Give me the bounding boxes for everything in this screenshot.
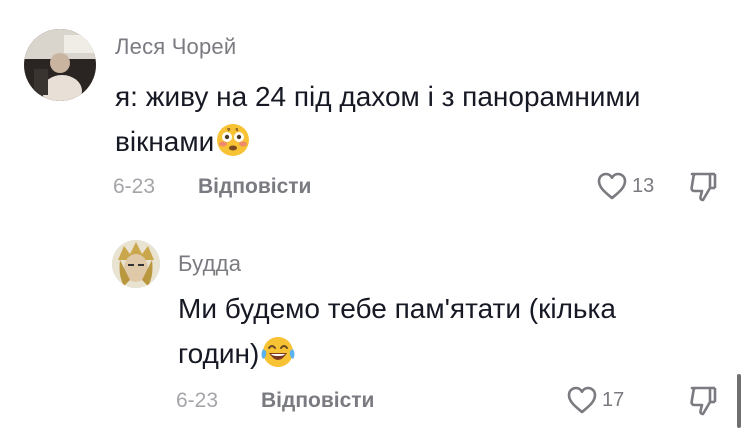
dislike-button[interactable] [688, 385, 718, 422]
thumbs-down-icon [690, 172, 717, 202]
reply-button[interactable]: Відповісти [261, 389, 374, 413]
tears-of-joy-emoji [261, 335, 295, 382]
heart-outline-icon [597, 172, 627, 200]
comment-text: Ми будемо тебе пам'ятати (кілька годин) [178, 286, 698, 382]
dislike-button[interactable] [688, 171, 718, 208]
thumbs-down-icon [690, 386, 717, 416]
scrollbar[interactable] [737, 374, 741, 428]
comment-text: я: живу на 24 під дахом і з панорамними … [115, 74, 705, 170]
comment-text-content: я: живу на 24 під дахом і з панорамними … [115, 81, 641, 157]
comment-date: 6-23 [176, 389, 219, 412]
flushed-face-emoji [216, 123, 250, 170]
comment-text-content: Ми будемо тебе пам'ятати (кілька годин) [178, 293, 616, 369]
heart-outline-icon [567, 386, 597, 414]
like-count: 17 [602, 388, 625, 411]
like-count: 13 [632, 174, 655, 197]
comment-username[interactable]: Будда [178, 251, 241, 277]
like-button[interactable]: 13 [596, 171, 654, 201]
avatar[interactable] [112, 240, 160, 288]
comment-username[interactable]: Леся Чорей [115, 34, 236, 60]
reply-button[interactable]: Відповісти [198, 175, 311, 199]
like-button[interactable]: 17 [566, 385, 624, 415]
comment-date: 6-23 [113, 175, 156, 198]
avatar[interactable] [24, 29, 96, 101]
